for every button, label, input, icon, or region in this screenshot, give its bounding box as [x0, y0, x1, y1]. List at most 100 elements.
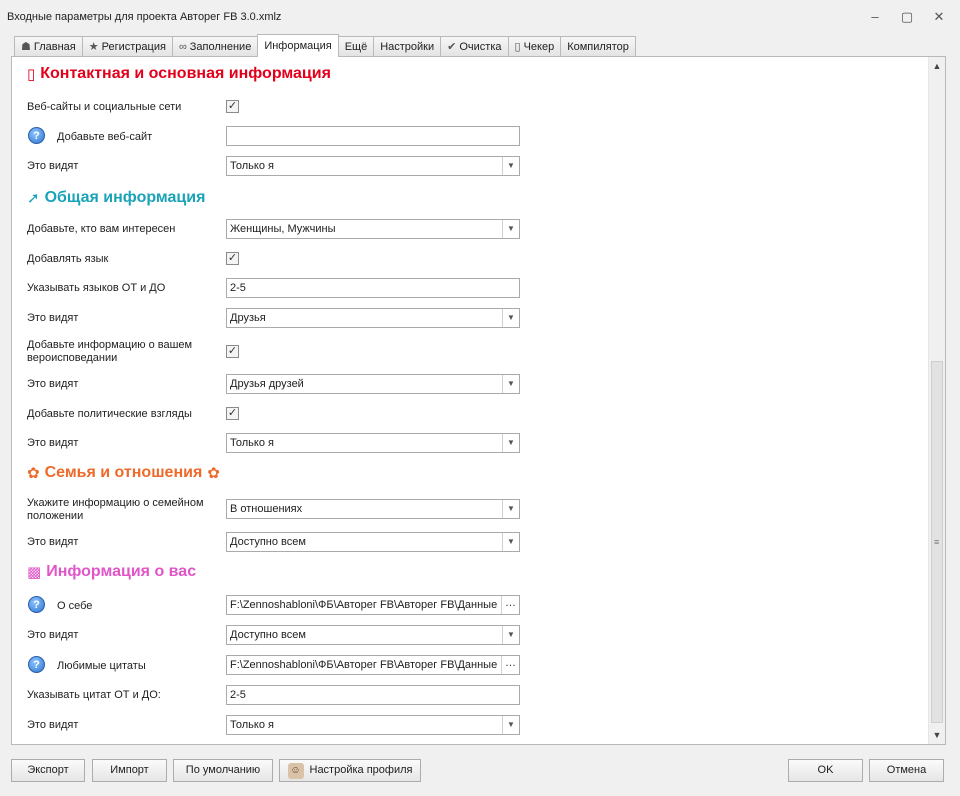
about-path-field[interactable]: F:\Zennoshabloni\ФБ\Авторег FB\Авторег F… [226, 595, 520, 615]
visibility-select[interactable]: Только я ▼ [226, 156, 520, 176]
family-icon: ✿ [207, 465, 220, 482]
tab-information[interactable]: Информация [257, 34, 339, 57]
add-website-input[interactable] [226, 126, 520, 146]
default-button[interactable]: По умолчанию [173, 759, 273, 782]
maximize-button[interactable]: ▢ [896, 8, 918, 26]
websites-checkbox[interactable]: ✓ [226, 100, 239, 113]
family-status-label: Укажите информацию о семейном положении [27, 497, 204, 522]
browse-icon[interactable]: … [501, 656, 519, 674]
select-value: Только я [230, 160, 274, 172]
contact-icon: ▯ [27, 66, 36, 83]
profile-settings-button[interactable]: ☺ Настройка профиля [279, 759, 421, 782]
section-about-title: ▩ Информация о вас [27, 563, 196, 581]
browse-icon[interactable]: … [501, 596, 519, 614]
websites-label: Веб-сайты и социальные сети [27, 101, 182, 113]
help-icon[interactable]: ? [28, 656, 45, 673]
politics-visibility-select[interactable]: Только я ▼ [226, 433, 520, 453]
visibility-label: Это видят [27, 719, 79, 731]
politics-checkbox[interactable]: ✓ [226, 407, 239, 420]
export-button[interactable]: Экспорт [11, 759, 85, 782]
section-contact-title: ▯ Контактная и основная информация [27, 65, 331, 83]
chevron-down-icon[interactable]: ▼ [502, 500, 519, 518]
language-range-label: Указывать языков ОТ и ДО [27, 282, 166, 294]
select-value: Друзья друзей [230, 378, 304, 390]
import-button[interactable]: Импорт [92, 759, 167, 782]
grip-icon: ≡ [934, 537, 940, 547]
select-value: Доступно всем [230, 629, 306, 641]
chevron-down-icon[interactable]: ▼ [502, 626, 519, 644]
help-icon[interactable]: ? [28, 596, 45, 613]
about-label: О себе [57, 600, 93, 612]
tab-label: Ещё [344, 41, 368, 53]
tab-main[interactable]: ☗ Главная [14, 36, 83, 57]
check-icon: ✔ [447, 41, 457, 53]
about-visibility-select[interactable]: Доступно всем ▼ [226, 625, 520, 645]
visibility-label: Это видят [27, 312, 79, 324]
quotes-range-input[interactable] [226, 685, 520, 705]
scroll-thumb[interactable]: ≡ [931, 361, 943, 723]
tab-settings[interactable]: Настройки [373, 36, 442, 57]
tab-label: Чекер [523, 41, 555, 53]
tab-bar: ☗ Главная ★ Регистрация ∞ Заполнение Инф… [14, 34, 636, 57]
religion-checkbox[interactable]: ✓ [226, 345, 239, 358]
section-title-text: Информация о вас [46, 563, 197, 580]
politics-label: Добавьте политические взгляды [27, 408, 192, 420]
interested-label: Добавьте, кто вам интересен [27, 223, 176, 235]
path-value: F:\Zennoshabloni\ФБ\Авторег FB\Авторег F… [230, 599, 498, 611]
path-value: F:\Zennoshabloni\ФБ\Авторег FB\Авторег F… [230, 659, 498, 671]
section-family-title: ✿ Семья и отношения ✿ [27, 464, 220, 482]
tab-filling[interactable]: ∞ Заполнение [171, 36, 259, 57]
cancel-button[interactable]: Отмена [869, 759, 944, 782]
tab-more[interactable]: Ещё [337, 36, 375, 57]
select-value: Доступно всем [230, 536, 306, 548]
tab-compiler[interactable]: Компилятор [560, 36, 636, 57]
ok-button[interactable]: OK [788, 759, 863, 782]
language-visibility-select[interactable]: Друзья ▼ [226, 308, 520, 328]
minimize-button[interactable]: – [864, 8, 886, 26]
language-range-input[interactable] [226, 278, 520, 298]
vertical-scrollbar[interactable]: ▲ ≡ ▼ [928, 57, 945, 744]
section-title-text: Семья и отношения [44, 464, 203, 481]
chevron-down-icon[interactable]: ▼ [502, 220, 519, 238]
close-button[interactable]: ✕ [928, 8, 950, 26]
tab-label: Главная [33, 41, 76, 53]
tab-checker[interactable]: ▯ Чекер [507, 36, 562, 57]
interested-select[interactable]: Женщины, Мужчины ▼ [226, 219, 520, 239]
chevron-down-icon[interactable]: ▼ [502, 157, 519, 175]
select-value: Только я [230, 437, 274, 449]
scroll-down-icon[interactable]: ▼ [929, 727, 945, 743]
button-label: OK [817, 764, 834, 776]
star-icon: ★ [88, 41, 99, 53]
religion-label: Добавьте информацию о вашем вероисповеда… [27, 339, 193, 364]
visibility-label: Это видят [27, 536, 79, 548]
visibility-label: Это видят [27, 437, 79, 449]
help-icon[interactable]: ? [28, 127, 45, 144]
chevron-down-icon[interactable]: ▼ [502, 375, 519, 393]
add-language-checkbox[interactable]: ✓ [226, 252, 239, 265]
title-bar: Входные параметры для проекта Автoрег FB… [0, 0, 960, 34]
quotes-visibility-select[interactable]: Только я ▼ [226, 715, 520, 735]
general-icon: ➚ [27, 190, 40, 207]
chevron-down-icon[interactable]: ▼ [502, 309, 519, 327]
quotes-path-field[interactable]: F:\Zennoshabloni\ФБ\Авторег FB\Авторег F… [226, 655, 520, 675]
button-label: Экспорт [27, 764, 69, 776]
religion-visibility-select[interactable]: Друзья друзей ▼ [226, 374, 520, 394]
home-icon: ☗ [21, 41, 31, 53]
button-label: Настройка профиля [309, 764, 413, 776]
scroll-up-icon[interactable]: ▲ [929, 58, 945, 74]
section-title-text: Контактная и основная информация [40, 65, 331, 82]
add-language-label: Добавлять язык [27, 253, 109, 265]
chevron-down-icon[interactable]: ▼ [502, 434, 519, 452]
infinity-icon: ∞ [178, 41, 187, 53]
add-website-label: Добавьте веб-сайт [57, 131, 153, 143]
chevron-down-icon[interactable]: ▼ [502, 716, 519, 734]
visibility-label: Это видят [27, 629, 79, 641]
family-status-select[interactable]: В отношениях ▼ [226, 499, 520, 519]
select-value: Женщины, Мужчины [230, 223, 336, 235]
tab-cleanup[interactable]: ✔ Очистка [440, 36, 509, 57]
tab-label: Очистка [459, 41, 502, 53]
family-visibility-select[interactable]: Доступно всем ▼ [226, 532, 520, 552]
chevron-down-icon[interactable]: ▼ [502, 533, 519, 551]
button-label: Отмена [886, 764, 927, 776]
tab-registration[interactable]: ★ Регистрация [81, 36, 173, 57]
